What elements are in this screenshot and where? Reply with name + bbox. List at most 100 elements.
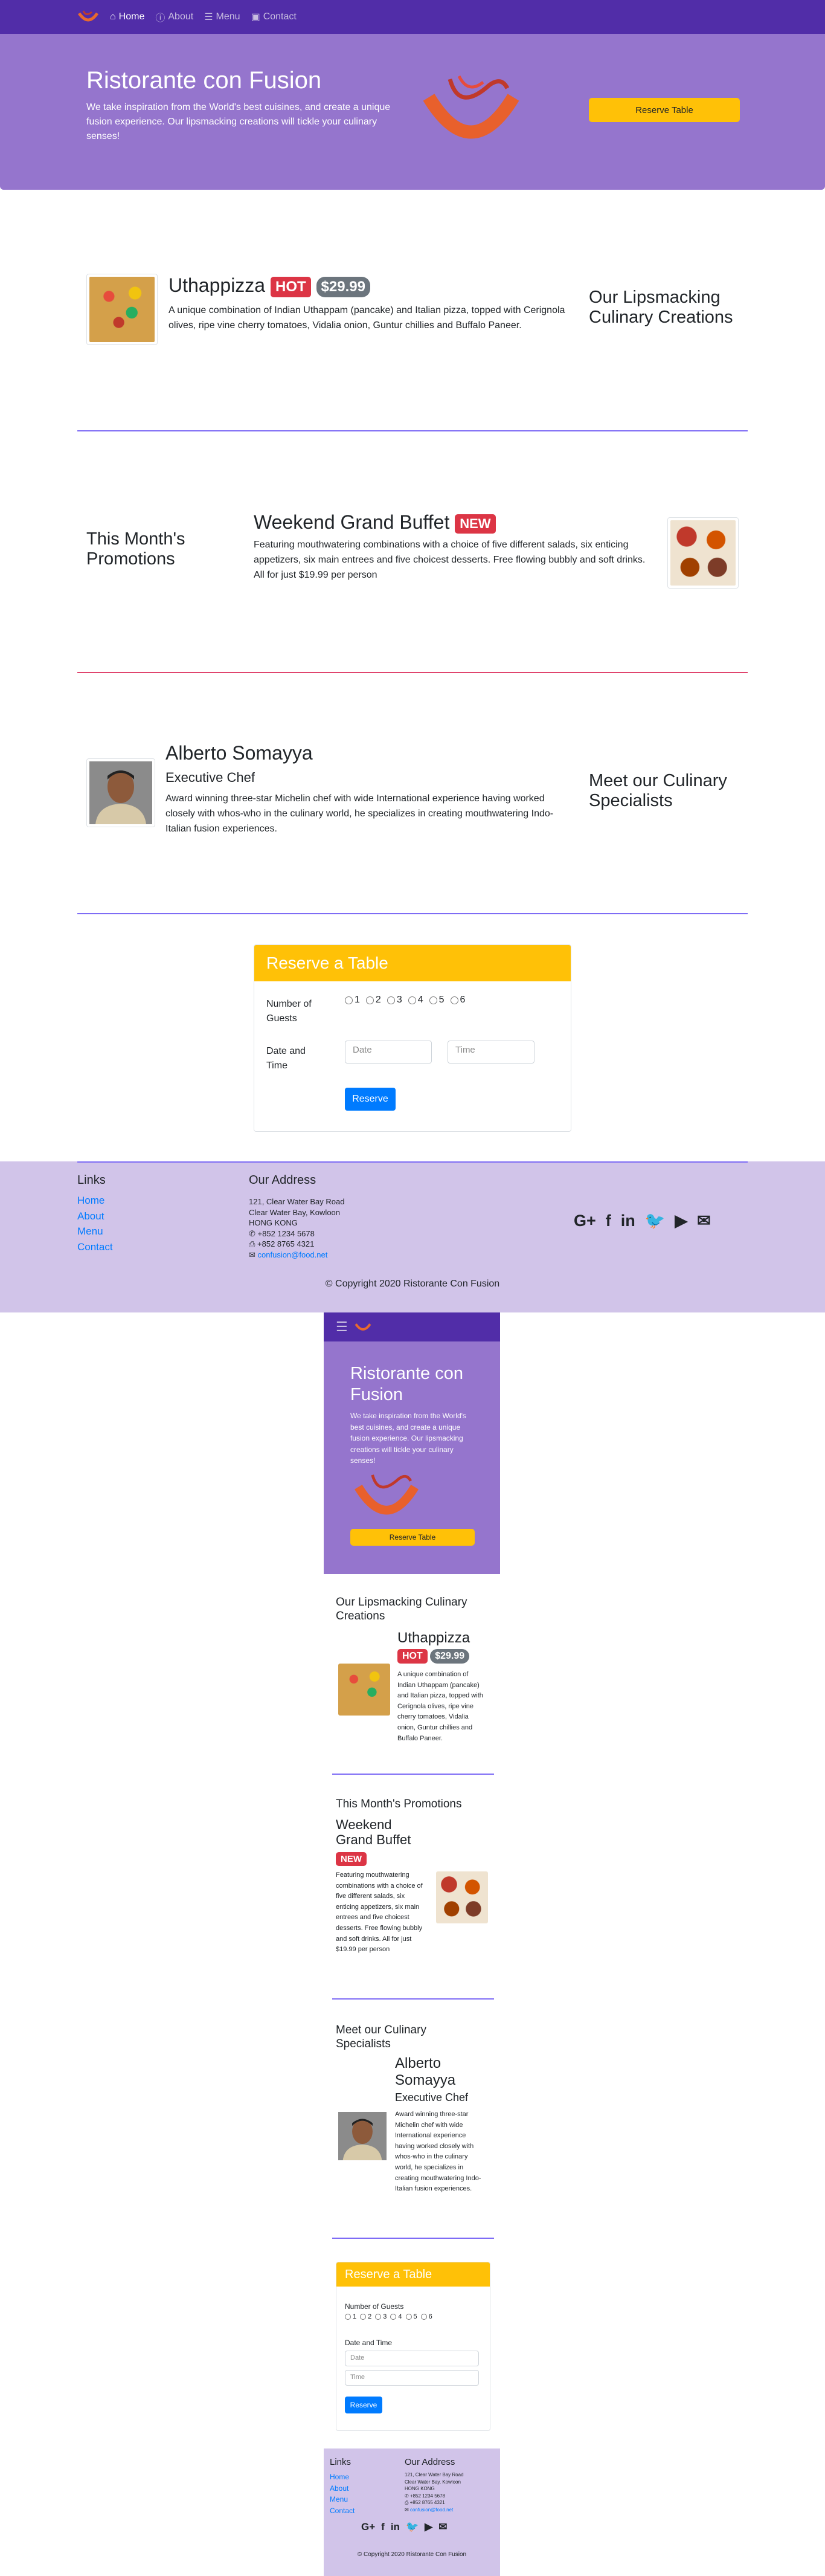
datetime-label: Date and Time xyxy=(266,1046,306,1071)
date-input[interactable]: Date xyxy=(345,1041,432,1064)
restaurant-logo xyxy=(417,70,525,155)
dish-name: Uthappizza xyxy=(397,1630,470,1646)
youtube-icon[interactable]: ▶ xyxy=(425,2521,432,2533)
mail-icon[interactable]: ✉ xyxy=(438,2521,447,2533)
footer-link-menu[interactable]: Menu xyxy=(77,1224,113,1239)
hot-badge: HOT xyxy=(397,1649,428,1664)
guests-option[interactable]: 3 xyxy=(375,2313,387,2320)
mobile-navbar: ☰ xyxy=(324,1312,500,1341)
brand-logo-icon[interactable] xyxy=(77,8,99,25)
footer-link-about[interactable]: About xyxy=(330,2483,355,2494)
address-block: 121, Clear Water Bay Road Clear Water Ba… xyxy=(405,2472,464,2513)
list-icon: ☰ xyxy=(204,12,213,22)
reserve-button[interactable]: Reserve xyxy=(345,2397,382,2413)
guests-option[interactable]: 4 xyxy=(390,2313,402,2320)
guests-label: Number of Guests xyxy=(345,2302,404,2311)
divider xyxy=(332,1998,494,2000)
divider xyxy=(332,2238,494,2239)
footer-link-menu[interactable]: Menu xyxy=(330,2494,355,2505)
promo-description: Featuring mouthwatering combinations wit… xyxy=(336,1871,423,1954)
guests-option[interactable]: 6 xyxy=(450,995,465,1006)
envelope-icon: ✉ xyxy=(405,2507,410,2513)
guests-option[interactable]: 1 xyxy=(345,995,360,1006)
restaurant-logo xyxy=(355,1474,419,1515)
hamburger-icon[interactable]: ☰ xyxy=(336,1319,348,1335)
promo-name: Weekend Grand Buffet xyxy=(336,1817,411,1848)
reserve-button[interactable]: Reserve xyxy=(345,1088,396,1111)
reserve-card: Reserve a Table Number of Guests 1 2 3 4… xyxy=(254,944,571,1132)
time-input[interactable]: Time xyxy=(448,1041,534,1064)
mail-icon[interactable]: ✉ xyxy=(697,1212,711,1230)
linkedin-icon[interactable]: in xyxy=(621,1212,635,1230)
mobile-footer: Links Home About Menu Contact Our Addres… xyxy=(324,2448,500,2576)
brand-logo-icon[interactable] xyxy=(354,1320,372,1334)
facebook-icon[interactable]: f xyxy=(606,1212,611,1230)
twitter-icon[interactable]: 🐦 xyxy=(406,2521,419,2533)
price-badge: $29.99 xyxy=(430,1649,470,1664)
chef-description: Award winning three-star Michelin chef w… xyxy=(395,2111,481,2193)
promo-description: Featuring mouthwatering combinations wit… xyxy=(254,540,646,580)
chef-description: Award winning three-star Michelin chef w… xyxy=(165,793,554,834)
footer-link-contact[interactable]: Contact xyxy=(330,2505,355,2517)
date-input[interactable]: Date xyxy=(345,2351,479,2366)
linkedin-icon[interactable]: in xyxy=(391,2521,400,2533)
nav-home[interactable]: ⌂ Home xyxy=(110,11,144,22)
time-input[interactable]: Time xyxy=(345,2370,479,2386)
divider xyxy=(77,430,748,431)
footer-links: Home About Menu Contact xyxy=(77,1193,113,1254)
email-link[interactable]: confusion@food.net xyxy=(258,1250,328,1259)
dish-description: A unique combination of Indian Uthappam … xyxy=(169,305,565,331)
hero-text: We take inspiration from the World's bes… xyxy=(86,102,391,141)
footer-link-contact[interactable]: Contact xyxy=(77,1239,113,1255)
new-badge: NEW xyxy=(336,1852,367,1866)
chef-name: Alberto Somayya xyxy=(395,2055,456,2088)
social-links: G+ f in 🐦 ▶ ✉ xyxy=(361,2521,447,2533)
email-link[interactable]: confusion@food.net xyxy=(410,2507,453,2513)
fax-icon: ⎙ xyxy=(405,2500,410,2506)
footer-link-home[interactable]: Home xyxy=(77,1193,113,1209)
chef-name: Alberto Somayya xyxy=(165,742,313,764)
guests-option[interactable]: 6 xyxy=(420,2313,432,2320)
guests-option[interactable]: 1 xyxy=(345,2313,356,2320)
google-plus-icon[interactable]: G+ xyxy=(574,1212,596,1230)
facebook-icon[interactable]: f xyxy=(381,2521,385,2533)
copyright: © Copyright 2020 Ristorante Con Fusion xyxy=(325,1279,500,1289)
new-badge: NEW xyxy=(455,514,496,534)
divider xyxy=(332,1774,494,1775)
footer-link-about[interactable]: About xyxy=(77,1209,113,1224)
guests-option[interactable]: 5 xyxy=(429,995,445,1006)
price-badge: $29.99 xyxy=(316,276,370,297)
guests-radio-group: 1 2 3 4 5 6 xyxy=(345,995,465,1006)
youtube-icon[interactable]: ▶ xyxy=(675,1212,687,1230)
reserve-title: Reserve a Table xyxy=(336,2262,490,2287)
home-icon: ⌂ xyxy=(110,11,116,22)
nav-about[interactable]: ⓘ About xyxy=(155,10,193,24)
dish-badges: HOT $29.99 xyxy=(397,1649,470,1664)
section-title-promotions: This Month's Promotions xyxy=(86,529,185,569)
guests-option[interactable]: 3 xyxy=(387,995,402,1006)
guests-radio-group: 1 2 3 4 5 6 xyxy=(345,2313,432,2320)
mobile-content-lower: Meet our Culinary Specialists Alberto So… xyxy=(324,2021,500,2511)
address-card-icon: ▣ xyxy=(251,12,260,22)
twitter-icon[interactable]: 🐦 xyxy=(645,1211,666,1230)
reserve-title: Reserve a Table xyxy=(254,945,571,981)
nav-contact[interactable]: ▣ Contact xyxy=(251,11,297,23)
google-plus-icon[interactable]: G+ xyxy=(361,2521,375,2533)
footer-link-home[interactable]: Home xyxy=(330,2471,355,2483)
hero-title: Ristorante con Fusion xyxy=(86,67,322,94)
hero-text: We take inspiration from the World's bes… xyxy=(350,1412,466,1465)
reserve-table-button[interactable]: Reserve Table xyxy=(589,98,740,122)
address-title: Our Address xyxy=(405,2457,455,2467)
phone-icon: ✆ xyxy=(249,1228,258,1238)
chef-role: Executive Chef xyxy=(165,770,255,785)
guests-option[interactable]: 4 xyxy=(408,995,423,1006)
hero: Ristorante con Fusion We take inspiratio… xyxy=(0,34,825,190)
nav-menu[interactable]: ☰ Menu xyxy=(204,11,240,23)
reserve-table-button[interactable]: Reserve Table xyxy=(350,1529,475,1546)
guests-option[interactable]: 5 xyxy=(405,2313,417,2320)
guests-option[interactable]: 2 xyxy=(360,2313,371,2320)
new-badge-wrap: NEW xyxy=(336,1852,367,1866)
guests-option[interactable]: 2 xyxy=(365,995,381,1006)
footer: Links Home About Menu Contact Our Addres… xyxy=(0,1161,825,1312)
chef-photo xyxy=(338,2112,387,2160)
